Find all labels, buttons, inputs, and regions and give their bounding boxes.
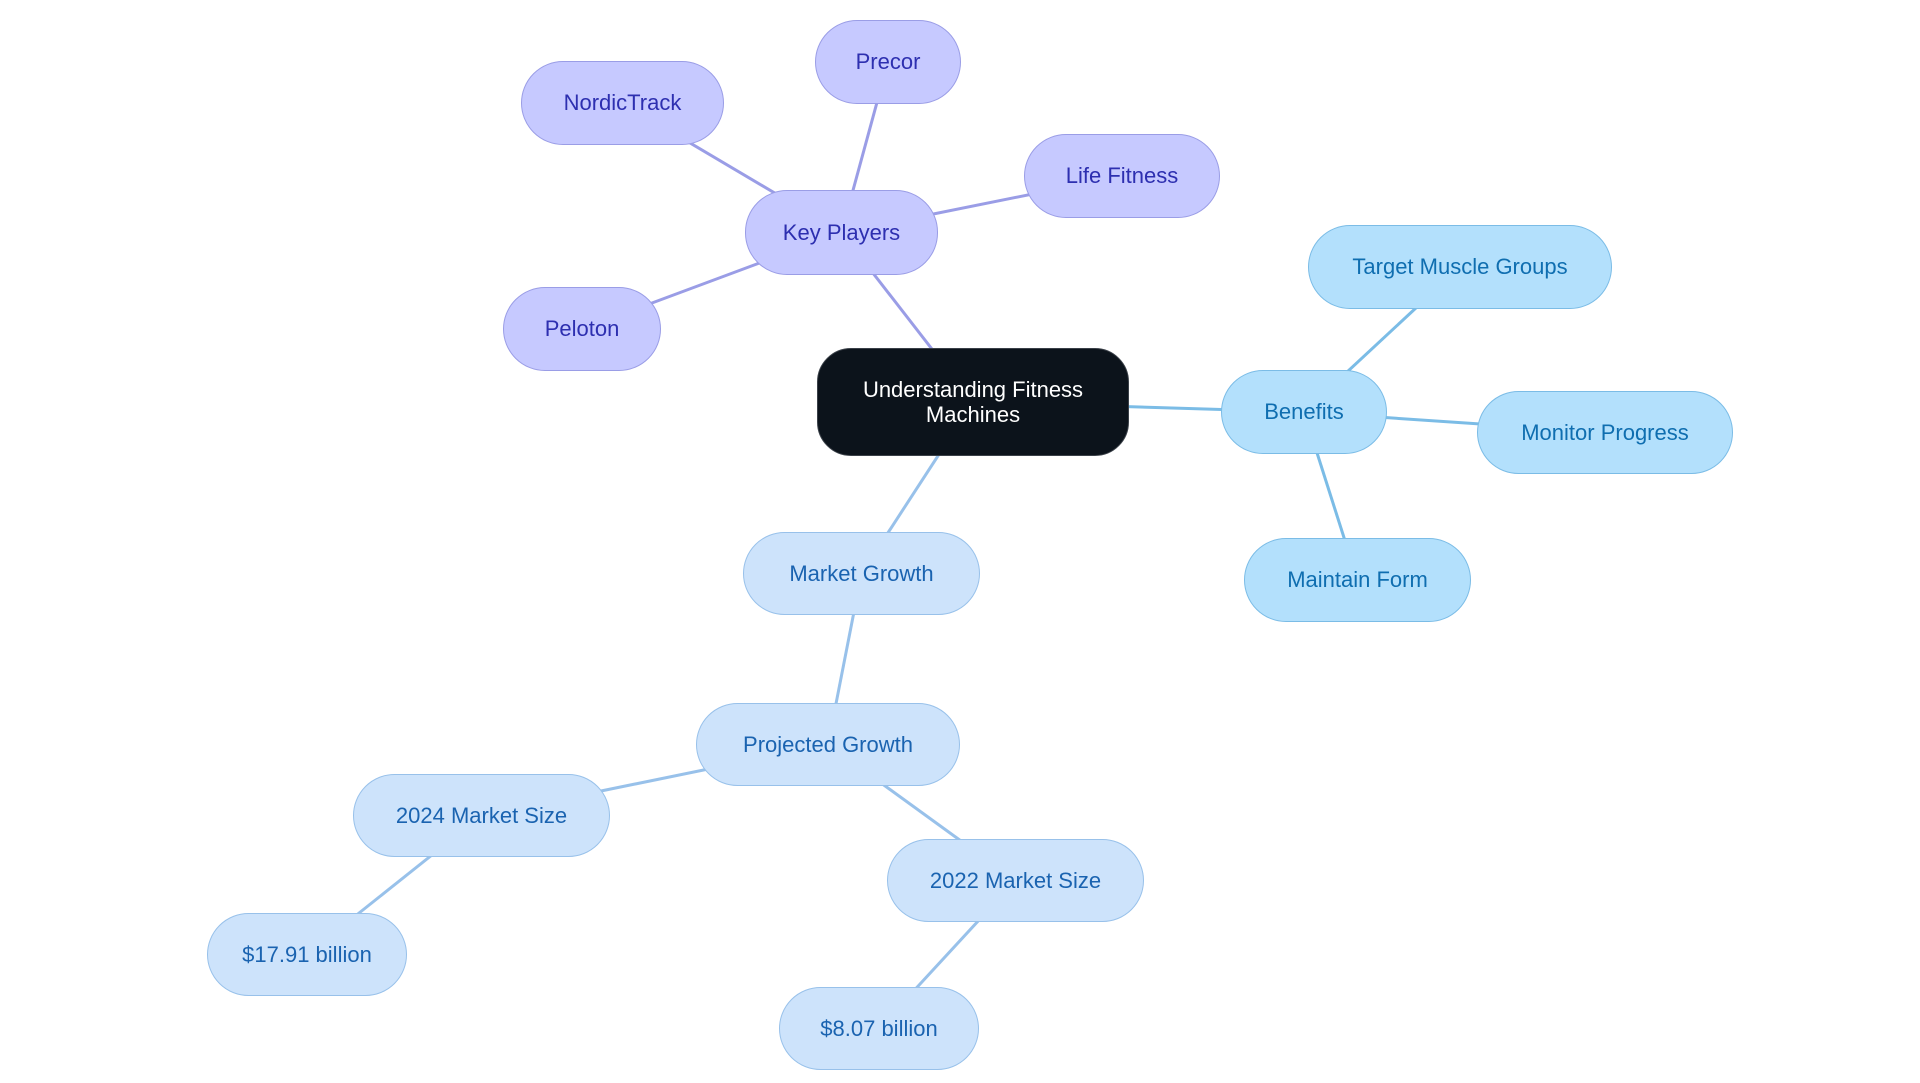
node-maintain-form[interactable]: Maintain Form xyxy=(1244,538,1471,622)
node-2024-market-size[interactable]: 2024 Market Size xyxy=(353,774,610,857)
node-key-players[interactable]: Key Players xyxy=(745,190,938,275)
node-peloton[interactable]: Peloton xyxy=(503,287,661,371)
node-nordictrack[interactable]: NordicTrack xyxy=(521,61,724,145)
node-benefits[interactable]: Benefits xyxy=(1221,370,1387,454)
node-2022-market-value[interactable]: $8.07 billion xyxy=(779,987,979,1070)
node-life-fitness[interactable]: Life Fitness xyxy=(1024,134,1220,218)
node-2024-market-value[interactable]: $17.91 billion xyxy=(207,913,407,996)
node-precor[interactable]: Precor xyxy=(815,20,961,104)
node-market-growth[interactable]: Market Growth xyxy=(743,532,980,615)
node-projected-growth[interactable]: Projected Growth xyxy=(696,703,960,786)
node-2022-market-size[interactable]: 2022 Market Size xyxy=(887,839,1144,922)
root-node[interactable]: Understanding Fitness Machines xyxy=(817,348,1129,456)
node-target-muscle-groups[interactable]: Target Muscle Groups xyxy=(1308,225,1612,309)
node-monitor-progress[interactable]: Monitor Progress xyxy=(1477,391,1733,474)
